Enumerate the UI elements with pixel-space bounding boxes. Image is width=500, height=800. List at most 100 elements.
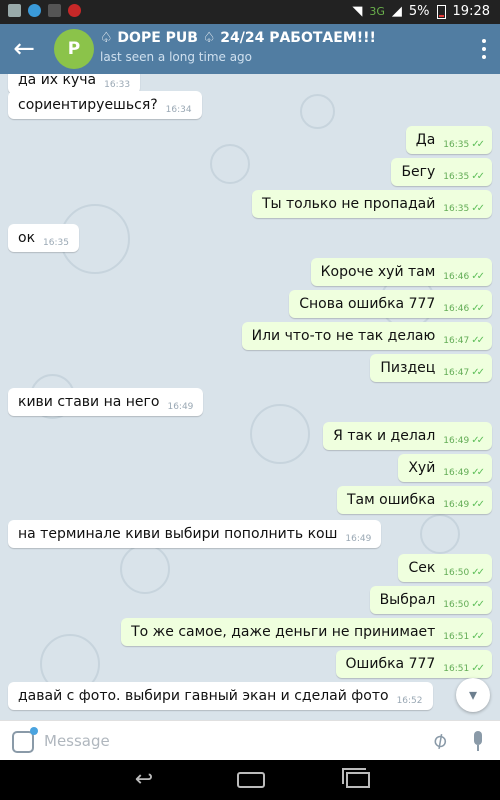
microphone-icon[interactable] [466, 727, 490, 755]
background-doodle [120, 544, 170, 594]
message-list[interactable]: да их куча 16:33 сориентируешься? 16:34 Да 16… [0, 74, 500, 720]
network-type: 3G [369, 5, 385, 18]
message-time: 16:35 [443, 140, 470, 150]
status-bar: ◥ 3G ◢ 5% 19:28 [0, 0, 500, 24]
nav-recents-icon[interactable] [342, 768, 370, 788]
outgoing-message[interactable]: Там ошибка 16:49 ✓✓ [337, 486, 492, 514]
outgoing-message[interactable]: То же самое, даже деньги не принимает 16:… [121, 618, 492, 646]
double-check-icon: ✓✓ [471, 435, 485, 446]
arrow-left-icon[interactable]: ← [8, 33, 40, 65]
outgoing-message[interactable]: Хуй 16:49 ✓✓ [398, 454, 492, 482]
incoming-message[interactable]: давай с фото. выбири гавный экан и сдела… [8, 682, 433, 710]
incoming-message[interactable]: ок 16:35 [8, 224, 79, 252]
telegram-notification-icon [28, 4, 41, 17]
message-text: Хуй [408, 460, 436, 476]
outgoing-message[interactable]: Выбрал 16:50 ✓✓ [369, 586, 492, 614]
message-text: Там ошибка [347, 492, 436, 508]
last-seen-status: last seen a long time ago [100, 50, 253, 64]
nav-back-icon[interactable]: ↩ [128, 768, 160, 792]
system-indicators: ◥ 3G ◢ 5% 19:28 [352, 4, 490, 19]
system-navigation-bar: ↩ [0, 760, 500, 800]
message-time: 16:52 [396, 696, 423, 706]
chevron-down-icon[interactable]: ▾ [456, 678, 490, 712]
outgoing-message[interactable]: Снова ошибка 777 16:46 ✓✓ [289, 290, 492, 318]
message-text: киви стави на него [18, 394, 160, 410]
notification-icons [8, 4, 81, 17]
double-check-icon: ✓✓ [471, 203, 485, 214]
double-check-icon: ✓✓ [471, 139, 485, 150]
message-text: Ошибка 777 [345, 656, 436, 672]
message-text: Ты только не пропадай [261, 196, 436, 212]
nav-home-icon[interactable] [237, 772, 265, 788]
outgoing-message[interactable]: Ошибка 777 16:51 ✓✓ [335, 650, 492, 678]
app-notification-icon-2 [68, 4, 81, 17]
outgoing-message[interactable]: Ты только не пропадай 16:35 ✓✓ [251, 190, 492, 218]
app-notification-icon [48, 4, 61, 17]
message-text: Бегу [401, 164, 436, 180]
message-time: 16:49 [167, 402, 194, 412]
incoming-message[interactable]: киви стави на него 16:49 [8, 388, 204, 416]
message-time: 16:49 [443, 468, 470, 478]
avatar[interactable]: P [54, 29, 94, 69]
double-check-icon: ✓✓ [471, 303, 485, 314]
message-time: 16:49 [345, 534, 372, 544]
double-check-icon: ✓✓ [471, 467, 485, 478]
double-check-icon: ✓✓ [471, 567, 485, 578]
outgoing-message[interactable]: Бегу 16:35 ✓✓ [391, 158, 492, 186]
message-text: сориентируешься? [18, 97, 158, 113]
signal-icon: ◢ [391, 4, 402, 19]
background-doodle [420, 514, 460, 554]
message-input[interactable] [44, 727, 414, 755]
message-time: 16:35 [443, 204, 470, 214]
sticker-icon[interactable] [12, 727, 38, 753]
message-time: 16:35 [43, 238, 69, 248]
message-text: Да [415, 132, 436, 148]
message-text: Короче хуй там [320, 264, 436, 280]
wifi-icon: ◥ [352, 4, 363, 19]
message-time: 16:51 [443, 632, 470, 642]
message-time: 16:35 [443, 172, 470, 182]
message-text: на терминале киви выбири пополнить кош [18, 526, 338, 542]
message-text: Сек [408, 560, 436, 576]
double-check-icon: ✓✓ [471, 631, 485, 642]
message-time: 16:34 [165, 105, 192, 115]
battery-icon [436, 4, 446, 19]
chat-header: ← P ♤ DOPE PUB ♤ 24/24 РАБОТАЕМ!!! last … [0, 24, 500, 74]
message-composer: ⌀ [0, 720, 500, 760]
background-doodle [250, 404, 310, 464]
message-text: Пиздец [380, 360, 436, 376]
paperclip-icon[interactable]: ⌀ [422, 723, 458, 760]
double-check-icon: ✓✓ [471, 271, 485, 282]
background-doodle [300, 94, 335, 129]
more-vertical-icon[interactable] [474, 35, 494, 63]
clock: 19:28 [452, 4, 490, 19]
message-time: 16:49 [443, 500, 470, 510]
message-text: То же самое, даже деньги не принимает [131, 624, 436, 640]
outgoing-message[interactable]: Я так и делал 16:49 ✓✓ [323, 422, 492, 450]
message-time: 16:47 [443, 336, 470, 346]
outgoing-message[interactable]: Или что-то не так делаю 16:47 ✓✓ [241, 322, 492, 350]
message-time: 16:49 [443, 436, 470, 446]
double-check-icon: ✓✓ [471, 663, 485, 674]
double-check-icon: ✓✓ [471, 171, 485, 182]
message-time: 16:47 [443, 368, 470, 378]
message-time: 16:46 [443, 272, 470, 282]
double-check-icon: ✓✓ [471, 335, 485, 346]
chat-title[interactable]: ♤ DOPE PUB ♤ 24/24 РАБОТАЕМ!!! [100, 30, 376, 46]
double-check-icon: ✓✓ [471, 499, 485, 510]
battery-level: 5% [408, 4, 430, 19]
outgoing-message[interactable]: Да 16:35 ✓✓ [405, 126, 492, 154]
message-text: Снова ошибка 777 [299, 296, 436, 312]
outgoing-message[interactable]: Сек 16:50 ✓✓ [398, 554, 492, 582]
message-text: да их куча [18, 74, 97, 88]
image-notification-icon [8, 4, 21, 17]
message-time: 16:33 [104, 80, 131, 90]
double-check-icon: ✓✓ [471, 367, 485, 378]
incoming-message[interactable]: на терминале киви выбири пополнить кош 16… [8, 520, 382, 548]
outgoing-message[interactable]: Пиздец 16:47 ✓✓ [370, 354, 492, 382]
message-time: 16:50 [443, 600, 470, 610]
outgoing-message[interactable]: Короче хуй там 16:46 ✓✓ [310, 258, 492, 286]
message-time: 16:51 [443, 664, 470, 674]
background-doodle [210, 144, 250, 184]
incoming-message[interactable]: сориентируешься? 16:34 [8, 91, 202, 119]
